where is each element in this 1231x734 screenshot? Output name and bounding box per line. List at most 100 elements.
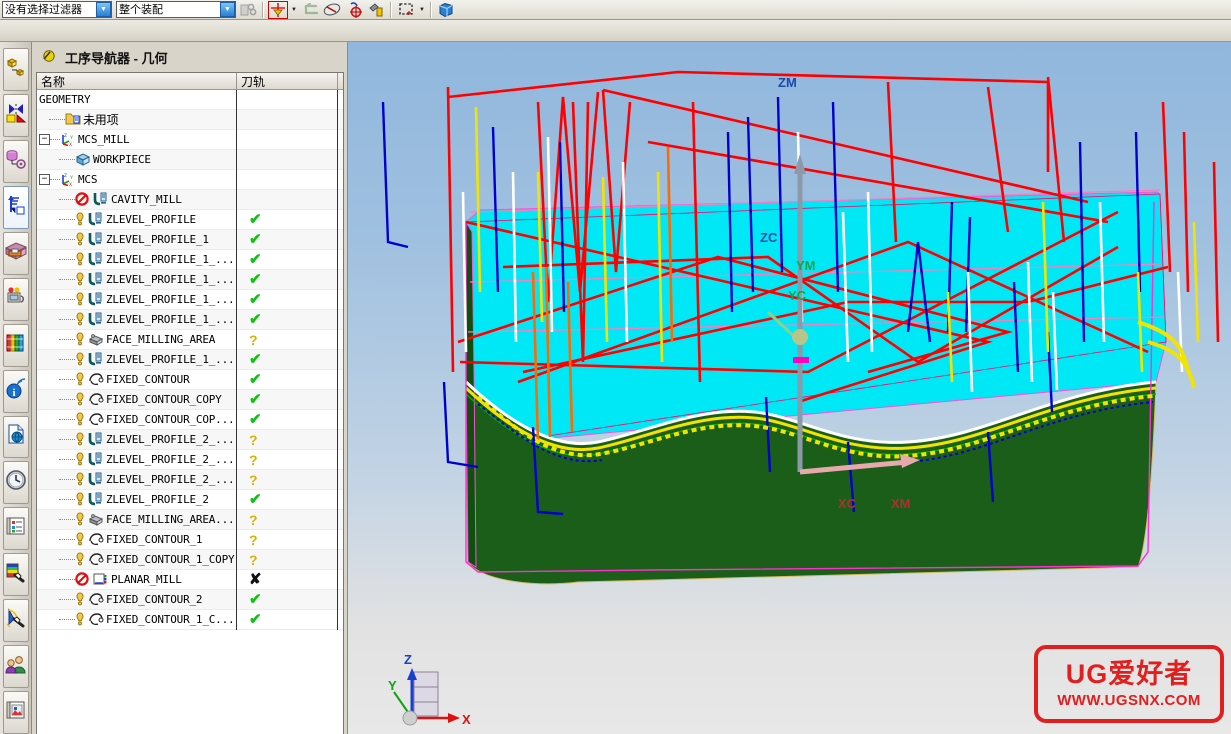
tree-item-name-cell[interactable]: GEOMETRY	[37, 89, 237, 110]
toolpath-status-cell[interactable]: ✘	[237, 569, 338, 590]
tree-item-name-cell[interactable]: FIXED_CONTOUR_2	[37, 589, 237, 610]
column-header-name[interactable]: 名称	[37, 73, 237, 89]
tree-item-name-cell[interactable]: ZLEVEL_PROFILE_1_...	[37, 249, 237, 270]
toolpath-status-cell[interactable]: ✔	[237, 609, 338, 630]
rail-image-gallery[interactable]	[2, 691, 29, 734]
rail-animation[interactable]	[2, 599, 29, 643]
table-row[interactable]: ZLEVEL_PROFILE_1_... ✔	[37, 309, 343, 330]
table-row[interactable]: ZLEVEL_PROFILE_1_... ✔	[37, 349, 343, 370]
tree-item-name-cell[interactable]: − Z Y X MCS_MILL	[37, 129, 237, 150]
table-row[interactable]: ZLEVEL_PROFILE_2_...?	[37, 469, 343, 490]
tree-item-name-cell[interactable]: FIXED_CONTOUR_1_C...	[37, 609, 237, 630]
tree-item-name-cell[interactable]: FIXED_CONTOUR_COP...	[37, 409, 237, 430]
rail-machine-tool[interactable]	[2, 231, 29, 275]
toolpath-status-cell[interactable]: ?	[237, 469, 338, 490]
tree-item-name-cell[interactable]: FACE_MILLING_AREA...	[37, 509, 237, 530]
table-row[interactable]: 未用项	[37, 109, 343, 130]
rail-information[interactable]: i	[2, 369, 29, 413]
toolpath-status-cell[interactable]	[237, 129, 338, 150]
rail-mirror-tool[interactable]	[2, 93, 29, 137]
toolpath-status-cell[interactable]: ✔	[237, 289, 338, 310]
magnet-snap-icon[interactable]	[268, 0, 288, 19]
table-row[interactable]: − Z Y X MCS_MILL	[37, 129, 343, 150]
tree-item-name-cell[interactable]: ZLEVEL_PROFILE_1	[37, 229, 237, 250]
table-row[interactable]: FIXED_CONTOUR_COP... ✔	[37, 409, 343, 430]
toolpath-status-cell[interactable]: ?	[237, 449, 338, 470]
selection-filter-combo[interactable]: 没有选择过滤器 ▼	[2, 1, 112, 18]
magnet-snap-dropdown-caret[interactable]: ▼	[290, 1, 298, 19]
table-row[interactable]: ZLEVEL_PROFILE_2 ✔	[37, 489, 343, 510]
rectangle-select-icon[interactable]	[396, 1, 416, 19]
table-row[interactable]: ZLEVEL_PROFILE_1_... ✔	[37, 269, 343, 290]
tree-item-name-cell[interactable]: ZLEVEL_PROFILE_2_...	[37, 469, 237, 490]
toolpath-status-cell[interactable]	[237, 189, 338, 210]
toolpath-status-cell[interactable]	[237, 169, 338, 190]
rail-palette[interactable]	[2, 553, 29, 597]
tree-item-name-cell[interactable]: ZLEVEL_PROFILE_1_...	[37, 289, 237, 310]
tree-item-name-cell[interactable]: ZLEVEL_PROFILE_2_...	[37, 449, 237, 470]
table-row[interactable]: FACE_MILLING_AREA?	[37, 329, 343, 350]
table-row[interactable]: ZLEVEL_PROFILE_1 ✔	[37, 229, 343, 250]
graphics-viewport[interactable]: ZM ZC YM YC XC XM Z X Y UG爱好者 WWW.UGSNX.…	[348, 42, 1231, 734]
tree-item-name-cell[interactable]: ZLEVEL_PROFILE	[37, 209, 237, 230]
table-row[interactable]: PLANAR_MILL ✘	[37, 569, 343, 590]
tree-expander-icon[interactable]: −	[39, 174, 50, 185]
rail-workstation[interactable]	[2, 277, 29, 321]
shaded-view-icon[interactable]	[436, 1, 456, 19]
tree-item-name-cell[interactable]: ZLEVEL_PROFILE_2_...	[37, 429, 237, 450]
tree-item-name-cell[interactable]: PLANAR_MILL	[37, 569, 237, 590]
tree-item-name-cell[interactable]: WORKPIECE	[37, 149, 237, 170]
column-header-toolpath[interactable]: 刀轨	[237, 73, 338, 89]
rail-history[interactable]	[2, 461, 29, 505]
toolpath-status-cell[interactable]: ✔	[237, 309, 338, 330]
toolpath-status-cell[interactable]: ✔	[237, 409, 338, 430]
fit-view-icon[interactable]	[344, 1, 364, 19]
rail-roles[interactable]	[2, 645, 29, 689]
undo-icon[interactable]	[300, 1, 320, 19]
tree-item-name-cell[interactable]: FIXED_CONTOUR_COPY	[37, 389, 237, 410]
operation-tree[interactable]: 名称 刀轨 GEOMETRY 未用项 − Z Y X MCS_MILL WORKPIECE − Z…	[36, 72, 344, 734]
tree-item-name-cell[interactable]: ZLEVEL_PROFILE_1_...	[37, 309, 237, 330]
tree-item-name-cell[interactable]: FIXED_CONTOUR_1	[37, 529, 237, 550]
table-row[interactable]: ZLEVEL_PROFILE_1_... ✔	[37, 249, 343, 270]
rail-web-browser[interactable]	[2, 415, 29, 459]
toolpath-status-cell[interactable]: ✔	[237, 229, 338, 250]
table-row[interactable]: FIXED_CONTOUR ✔	[37, 369, 343, 390]
toolpath-status-cell[interactable]: ✔	[237, 589, 338, 610]
tree-expander-icon[interactable]: −	[39, 134, 50, 145]
tool-display-icon[interactable]	[366, 1, 386, 19]
toolpath-status-cell[interactable]: ?	[237, 429, 338, 450]
table-row[interactable]: FIXED_CONTOUR_1_C... ✔	[37, 609, 343, 630]
table-row[interactable]: ZLEVEL_PROFILE_2_...?	[37, 429, 343, 450]
tree-item-name-cell[interactable]: CAVITY_MILL	[37, 189, 237, 210]
table-row[interactable]: FIXED_CONTOUR_1_COPY?	[37, 549, 343, 570]
tree-item-name-cell[interactable]: − Z Y X MCS	[37, 169, 237, 190]
table-row[interactable]: FIXED_CONTOUR_1?	[37, 529, 343, 550]
rail-operation-navigator[interactable]	[2, 185, 29, 229]
rectangle-select-dropdown-caret[interactable]: ▼	[418, 1, 426, 19]
select-assembly-icon[interactable]	[238, 1, 258, 19]
table-row[interactable]: FIXED_CONTOUR_COPY ✔	[37, 389, 343, 410]
chevron-down-icon[interactable]: ▼	[96, 2, 111, 17]
tree-item-name-cell[interactable]: ZLEVEL_PROFILE_1_...	[37, 349, 237, 370]
toolpath-status-cell[interactable]: ?	[237, 549, 338, 570]
tree-item-name-cell[interactable]: FIXED_CONTOUR	[37, 369, 237, 390]
rail-feature-navigator[interactable]	[2, 139, 29, 183]
hide-geometry-icon[interactable]	[322, 1, 342, 19]
table-row[interactable]: FIXED_CONTOUR_2 ✔	[37, 589, 343, 610]
table-row[interactable]: − Z Y X MCS	[37, 169, 343, 190]
toolpath-status-cell[interactable]	[237, 149, 338, 170]
tree-item-name-cell[interactable]: ZLEVEL_PROFILE_1_...	[37, 269, 237, 290]
tree-item-name-cell[interactable]: ZLEVEL_PROFILE_2	[37, 489, 237, 510]
toolpath-status-cell[interactable]	[237, 89, 338, 110]
toolpath-status-cell[interactable]: ✔	[237, 209, 338, 230]
table-row[interactable]: FACE_MILLING_AREA...?	[37, 509, 343, 530]
rail-library-books[interactable]	[2, 323, 29, 367]
toolpath-status-cell[interactable]: ?	[237, 529, 338, 550]
rail-part-list[interactable]	[2, 507, 29, 551]
toolpath-status-cell[interactable]: ✔	[237, 369, 338, 390]
tree-item-name-cell[interactable]: FACE_MILLING_AREA	[37, 329, 237, 350]
table-row[interactable]: GEOMETRY	[37, 89, 343, 110]
table-row[interactable]: WORKPIECE	[37, 149, 343, 170]
toolpath-status-cell[interactable]	[237, 109, 338, 130]
